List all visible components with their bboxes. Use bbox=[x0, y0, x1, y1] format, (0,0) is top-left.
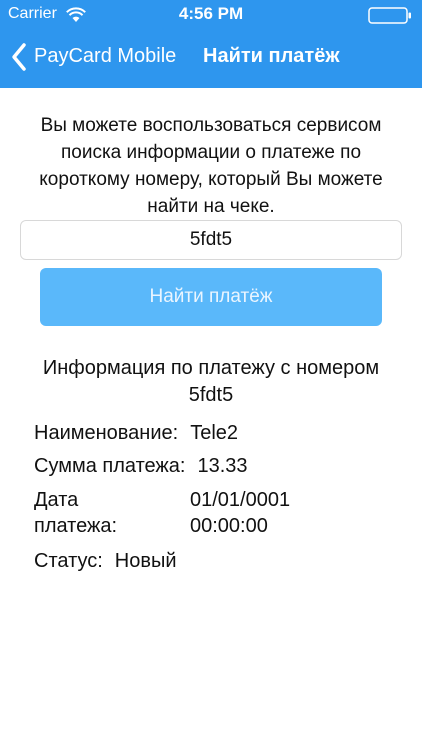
payment-info-title: Информация по платежу с номером 5fdt5 bbox=[42, 357, 380, 406]
status-bar: Carrier 4:56 PM bbox=[0, 0, 422, 30]
payment-date-value: 01/01/0001 00:00:00 bbox=[190, 489, 291, 537]
payment-date-label: Дата платежа: bbox=[34, 489, 118, 537]
payment-status-value: Новый bbox=[114, 550, 177, 572]
payment-number-input[interactable] bbox=[20, 220, 402, 260]
payment-name-row: Наименование: Tele2 bbox=[34, 420, 238, 446]
back-button[interactable]: PayCard Mobile bbox=[34, 45, 176, 68]
intro-text: Вы можете воспользоваться сервисом поиск… bbox=[39, 115, 383, 217]
payment-name-label: Наименование: bbox=[34, 422, 179, 444]
payment-status-row: Статус: Новый bbox=[34, 548, 177, 574]
payment-amount-label: Сумма платежа: bbox=[34, 455, 186, 477]
status-time: 4:56 PM bbox=[178, 4, 244, 23]
payment-amount-row: Сумма платежа: 13.33 bbox=[34, 453, 248, 479]
battery-icon bbox=[368, 7, 411, 24]
page-title: Найти платёж bbox=[203, 45, 340, 67]
chevron-left-icon[interactable] bbox=[10, 42, 28, 72]
find-payment-button[interactable]: Найти платёж bbox=[40, 268, 382, 326]
payment-status-label: Статус: bbox=[34, 550, 103, 572]
payment-amount-value: 13.33 bbox=[197, 455, 248, 477]
navigation-bar: PayCard Mobile Найти платёж bbox=[0, 30, 422, 88]
payment-name-value: Tele2 bbox=[190, 422, 239, 444]
app-header: Carrier 4:56 PM PayCard Mobile Найти пла… bbox=[0, 0, 422, 88]
